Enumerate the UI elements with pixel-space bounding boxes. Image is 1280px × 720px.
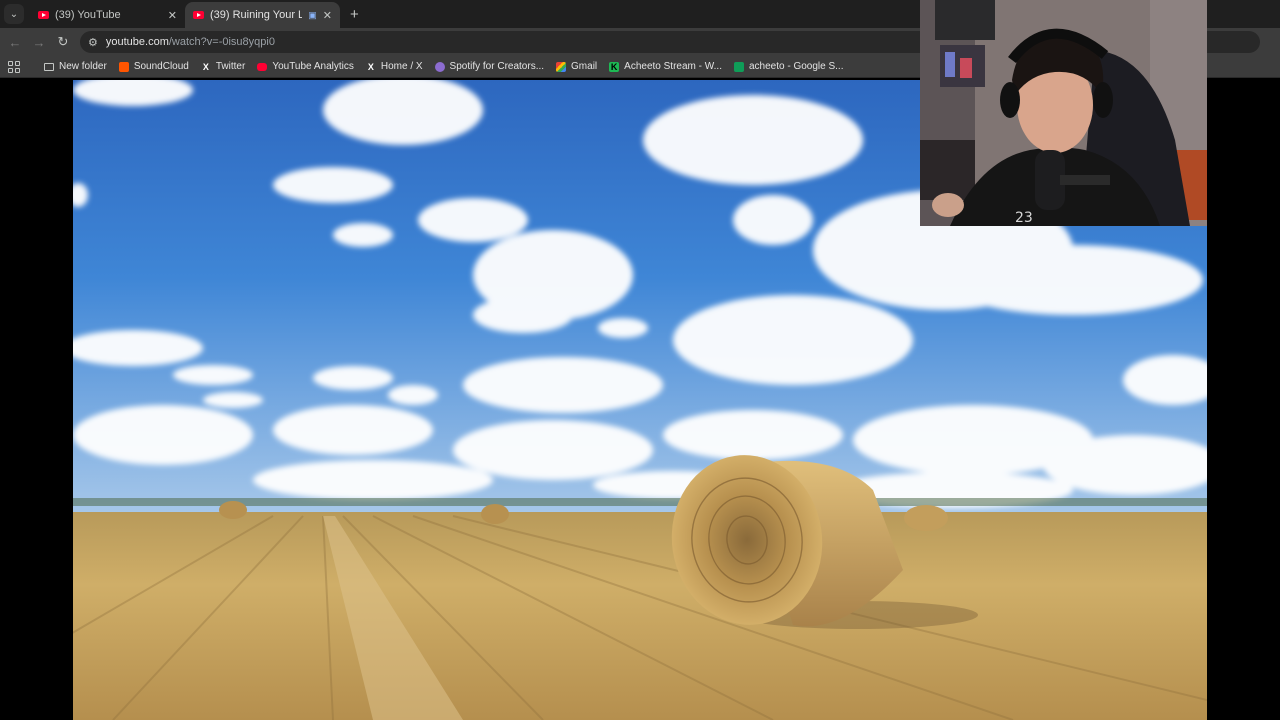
bookmark-youtube-analytics[interactable]: YouTube Analytics [251,57,360,77]
x-icon: X [202,61,209,72]
apps-grid-icon[interactable] [8,60,20,73]
bookmark-acheeto-sheet[interactable]: acheeto - Google S... [728,57,850,77]
bookmark-label: New folder [59,61,107,72]
youtube-favicon-icon [193,11,204,19]
bookmark-label: Acheeto Stream - W... [624,61,722,72]
bookmark-gmail[interactable]: Gmail [550,57,603,77]
url-text: youtube.com/watch?v=-0isu8yqpi0 [106,36,275,48]
spotify-icon [434,61,445,72]
tab-title: (39) YouTube [55,9,121,21]
chevron-down-icon: ⌄ [9,8,19,20]
folder-icon [44,62,54,71]
url-host: youtube.com [105,36,169,48]
reload-icon[interactable]: ↻ [56,34,70,50]
close-tab-icon[interactable]: ✕ [168,9,177,22]
bookmark-label: SoundCloud [133,61,189,72]
sheets-icon [733,61,744,72]
audio-playing-icon[interactable]: ▣ [308,10,317,21]
acheeto-icon: K [609,61,620,72]
tab-search-button[interactable]: ⌄ [4,4,24,24]
stubble-field [73,512,1207,720]
tab-youtube-home[interactable]: (39) YouTube ✕ [30,2,185,28]
bookmark-twitter[interactable]: X Twitter [195,57,251,77]
bookmark-home-x[interactable]: X Home / X [360,57,429,77]
screen: ⌄ (39) YouTube ✕ (39) Ruining Your Life … [0,0,1280,720]
tab-title: (39) Ruining Your Life For T [210,9,303,21]
bookmark-label: Gmail [571,61,598,72]
svg-text:23: 23 [1015,210,1033,226]
webcam-feed: 23 [920,0,1207,226]
bookmark-spotify-creators[interactable]: Spotify for Creators... [429,57,550,77]
webcam-overlay: 23 [920,0,1207,226]
bookmark-new-folder[interactable]: New folder [38,57,113,77]
bookmark-label: Spotify for Creators... [449,61,545,72]
bookmark-label: YouTube Analytics [272,61,354,72]
bookmark-label: acheeto - Google S... [748,61,844,72]
gmail-icon [556,61,567,72]
soundcloud-icon [118,61,129,72]
youtube-icon [257,62,268,71]
bookmark-label: Twitter [215,61,246,72]
tab-current-video[interactable]: (39) Ruining Your Life For T ▣ ✕ [185,2,340,28]
close-tab-icon[interactable]: ✕ [323,9,332,22]
bookmark-label: Home / X [380,61,423,72]
x-icon: X [367,61,374,72]
url-path: /watch?v=-0isu8yqpi0 [168,36,275,48]
bookmark-soundcloud[interactable]: SoundCloud [113,57,195,77]
youtube-favicon-icon [38,11,49,19]
back-arrow-icon[interactable]: ← [8,35,22,50]
bookmark-acheeto-stream[interactable]: K Acheeto Stream - W... [603,57,728,77]
site-info-icon[interactable]: ⚙ [88,36,98,49]
forward-arrow-icon[interactable]: → [32,35,46,50]
plus-icon[interactable]: + [350,6,359,23]
